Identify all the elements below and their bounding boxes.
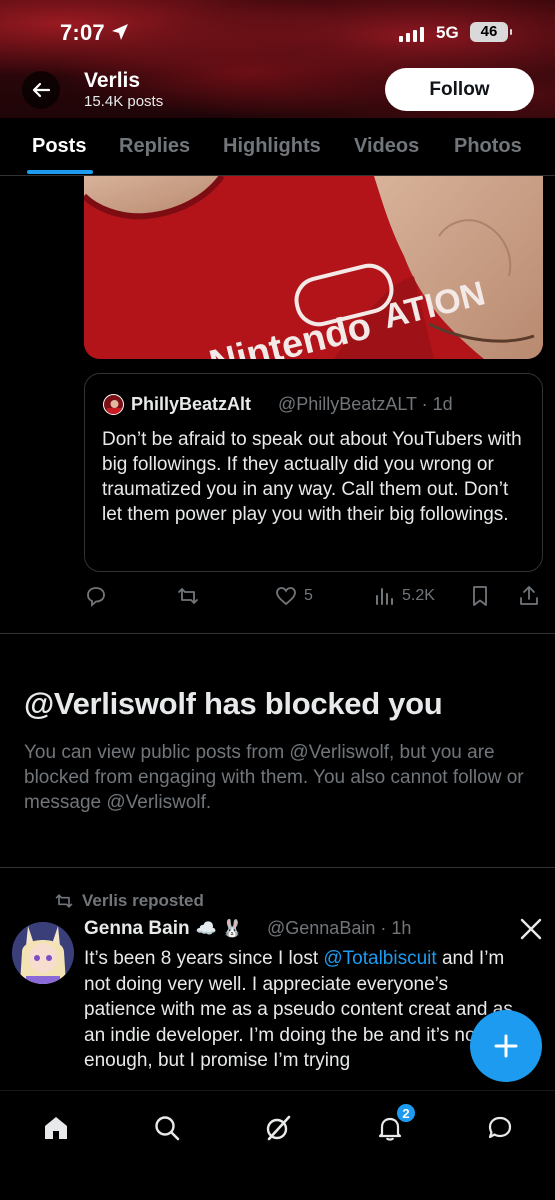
repost-button[interactable]: [176, 584, 200, 608]
repost-label-text: Verlis reposted: [82, 891, 204, 910]
active-tab-indicator: [27, 170, 93, 174]
avatar: [103, 394, 124, 415]
grok-icon[interactable]: [263, 1113, 293, 1143]
status-bar: 7:07 5G 46: [0, 14, 555, 54]
author-name-emoji: ☁️ 🐰: [195, 919, 243, 938]
quoted-tweet[interactable]: PhillyBeatzAlt @PhillyBeatzALT · 1d Don’…: [84, 373, 543, 572]
repost-icon: [178, 588, 198, 604]
tweet-media-image[interactable]: Nintendo ATION: [84, 176, 543, 359]
compose-button[interactable]: [470, 1010, 542, 1082]
mention-link[interactable]: @Totalbiscuit: [323, 948, 436, 969]
bookmark-button[interactable]: [468, 584, 492, 608]
profile-name: Verlis: [84, 69, 141, 92]
tab-highlights[interactable]: Highlights: [223, 135, 321, 158]
search-icon[interactable]: [152, 1113, 182, 1143]
shirt-photo: Nintendo ATION: [84, 176, 543, 359]
location-arrow-icon: [110, 22, 130, 47]
divider: [0, 867, 555, 868]
network-label: 5G: [436, 23, 459, 42]
plus-icon: [494, 1034, 518, 1058]
views-icon: [376, 588, 393, 605]
heart-icon: [276, 587, 296, 606]
tab-videos[interactable]: Videos: [354, 135, 419, 158]
x-logo-icon: [519, 917, 543, 946]
signal-icon: [399, 26, 424, 42]
author-handle: @GennaBain · 1h: [267, 918, 412, 938]
author-name-text: Genna Bain: [84, 918, 190, 939]
blocked-title: @Verliswolf has blocked you: [24, 686, 443, 721]
tab-posts[interactable]: Posts: [32, 135, 86, 158]
author-name[interactable]: Genna Bain ☁️ 🐰: [84, 918, 243, 940]
reply-icon: [87, 587, 105, 607]
share-icon: [520, 586, 538, 605]
tweet-text-before: It’s been 8 years since I lost: [84, 948, 324, 969]
reply-button[interactable]: [84, 584, 108, 608]
divider: [0, 633, 555, 634]
posts-count: 15.4K posts: [84, 93, 164, 110]
like-count: 5: [304, 587, 313, 604]
follow-button[interactable]: Follow: [385, 68, 534, 111]
quoted-tweet-text: Don’t be afraid to speak out about YouTu…: [102, 429, 522, 525]
repost-icon: [55, 894, 73, 908]
tweet-actions: 5 5.2K: [84, 584, 544, 610]
profile-tabs: Posts Replies Highlights Videos Photos: [0, 118, 555, 176]
tab-replies[interactable]: Replies: [119, 135, 190, 158]
like-button[interactable]: 5: [274, 584, 313, 608]
quoted-author-handle: @PhillyBeatzALT · 1d: [278, 394, 453, 414]
battery-icon: 46: [470, 22, 512, 42]
status-time: 7:07: [60, 20, 105, 45]
bottom-nav: [0, 1090, 555, 1200]
view-count: 5.2K: [402, 587, 435, 604]
notification-badge: 2: [396, 1103, 416, 1123]
share-button[interactable]: [517, 584, 541, 608]
views-button[interactable]: 5.2K: [372, 584, 435, 608]
tweet-text: It’s been 8 years since I lost @Totalbis…: [84, 946, 524, 1074]
avatar[interactable]: [12, 922, 74, 984]
quoted-author-name: PhillyBeatzAlt: [131, 394, 252, 414]
repost-label: Verlis reposted: [54, 891, 204, 911]
bookmark-icon: [473, 586, 487, 606]
back-button[interactable]: [22, 71, 60, 109]
blocked-message: You can view public posts from @Verliswo…: [24, 742, 524, 813]
messages-icon[interactable]: [485, 1113, 515, 1143]
arrow-left-icon: [32, 82, 51, 98]
tab-photos[interactable]: Photos: [454, 135, 522, 158]
home-icon[interactable]: [41, 1113, 71, 1143]
